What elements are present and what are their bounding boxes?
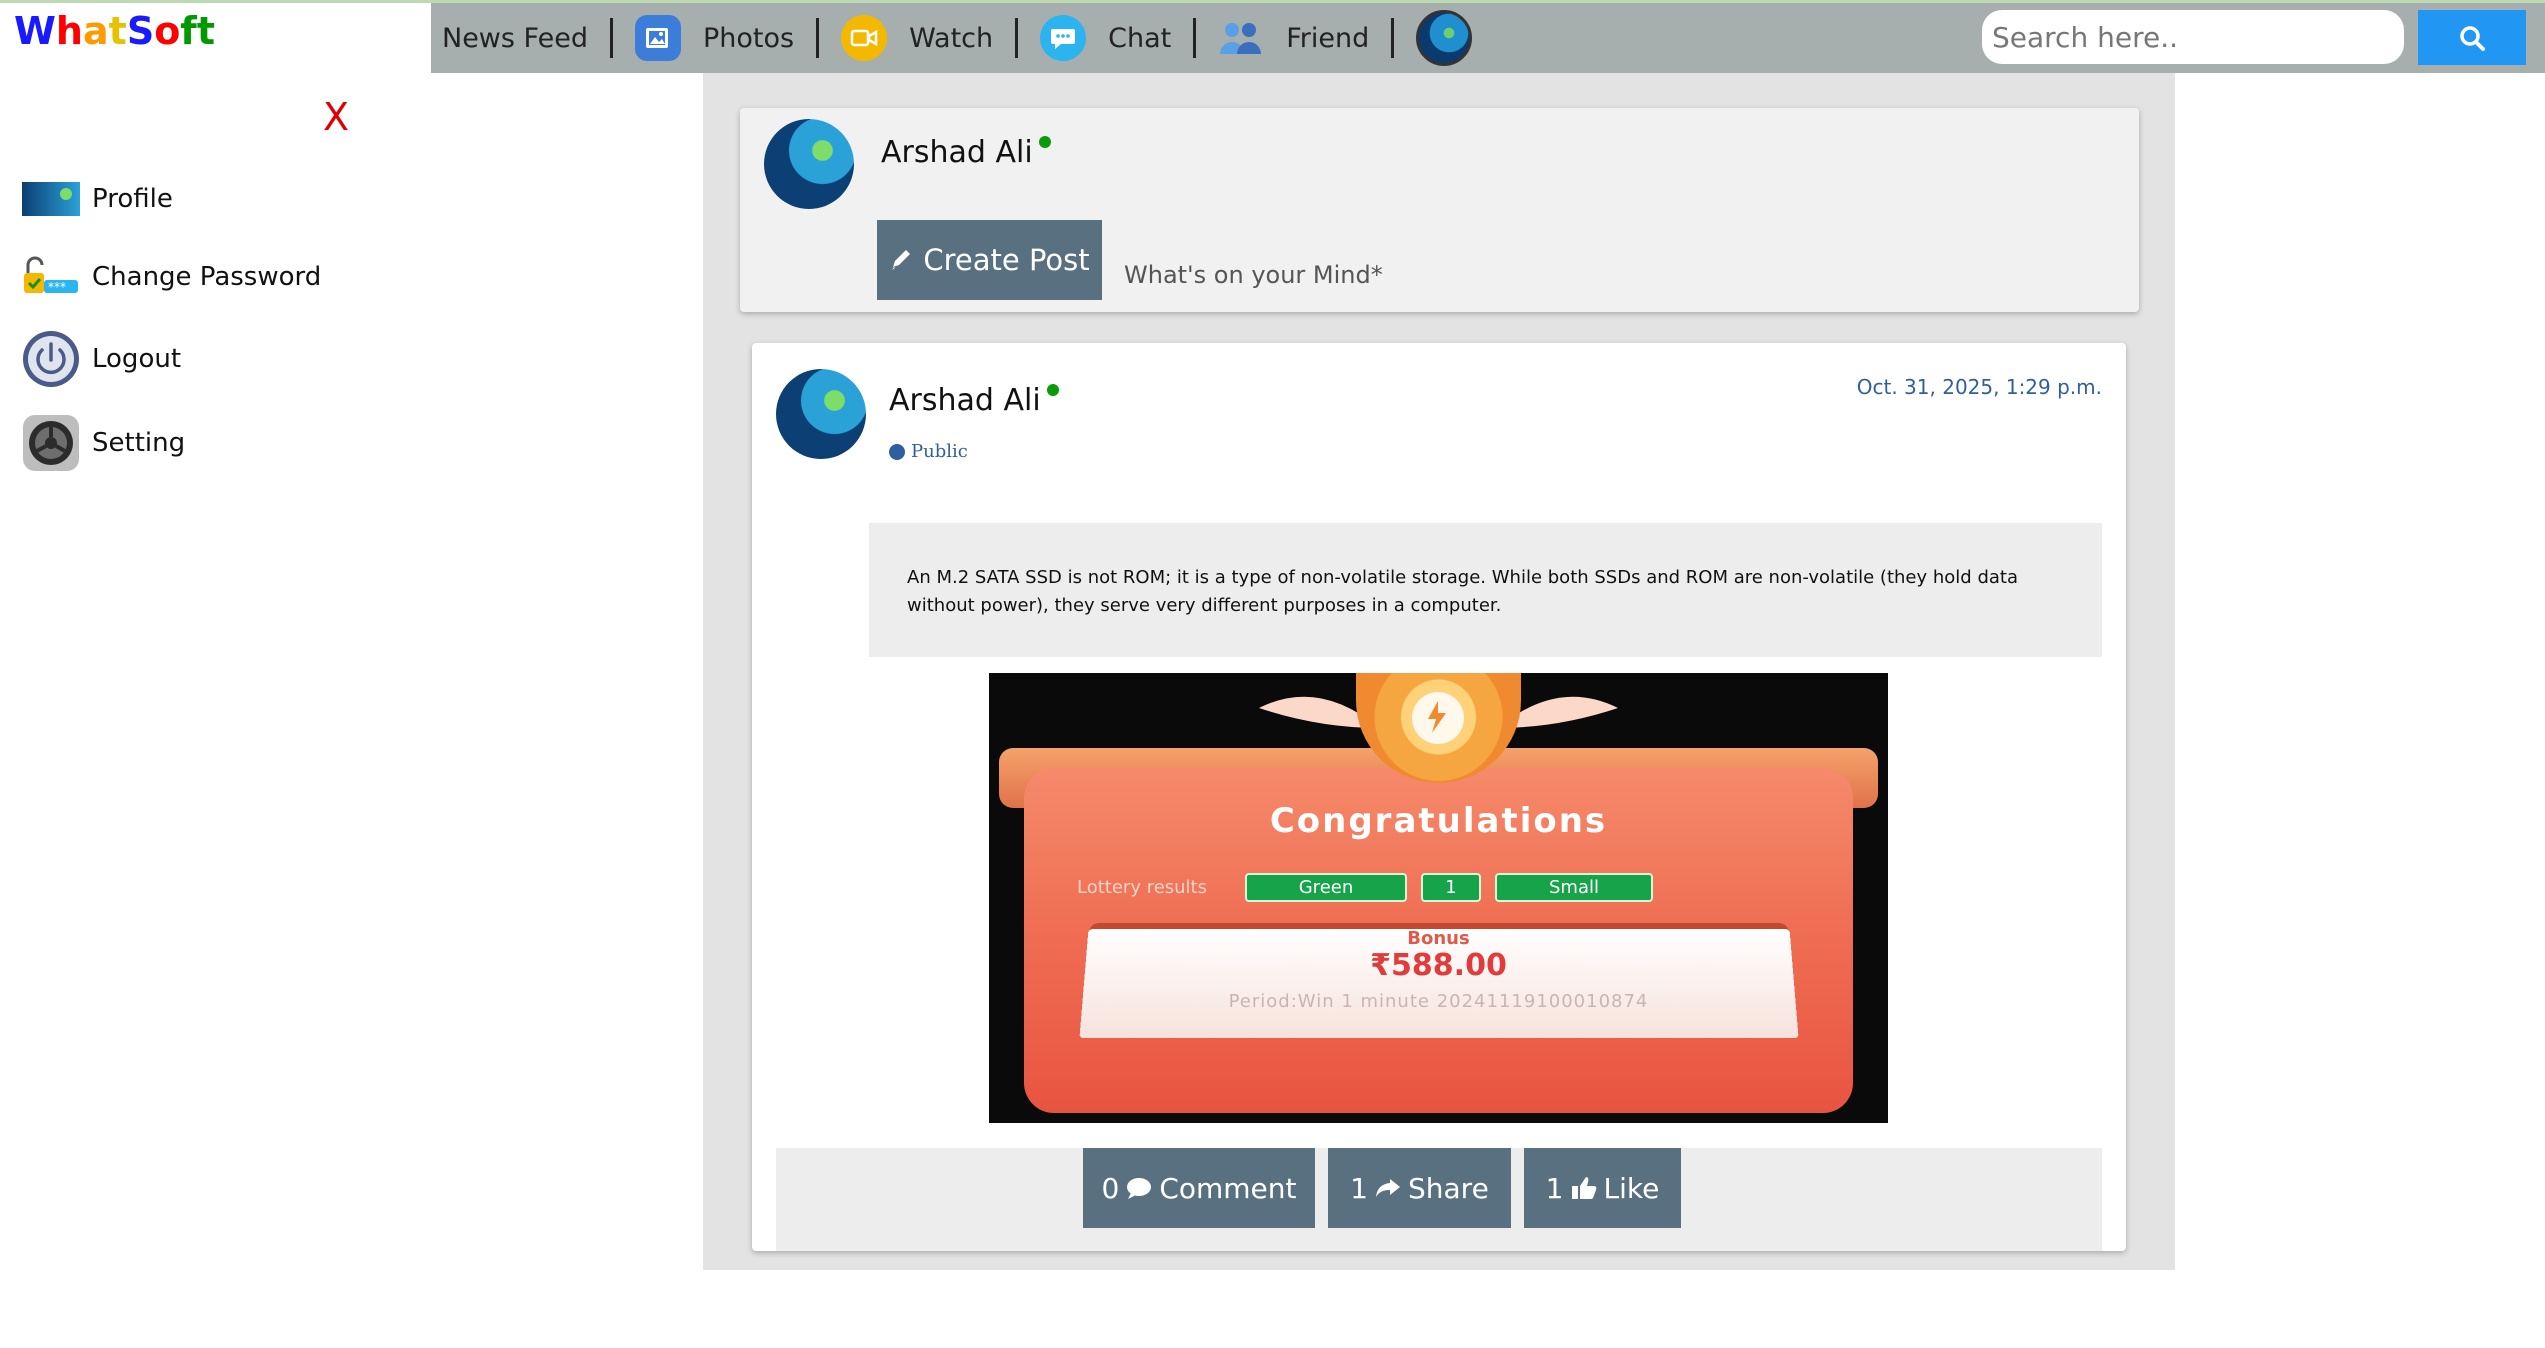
nav-divider [1015,18,1019,58]
user-name[interactable]: Arshad Ali [889,383,1041,418]
nav-news-feed-label: News Feed [442,22,588,54]
sidebar: X Profile *** Change Password Logout Set… [0,73,431,1348]
search-box [1982,10,2404,64]
nav-divider [1193,18,1197,58]
post-image[interactable]: Congratulations Lottery results Green 1 … [989,673,1888,1123]
nav-watch[interactable]: Watch [841,3,993,73]
bonus-amount: ₹588.00 [1370,948,1507,983]
news-feed: Arshad Ali Create Post What's on your Mi… [703,73,2175,1270]
svg-text:***: *** [48,280,66,294]
create-post-user: Arshad Ali [881,135,1051,170]
comment-count: 0 [1101,1171,1120,1205]
lock-icon: *** [22,248,80,306]
nav-watch-label: Watch [909,22,994,54]
nav-photos-label: Photos [702,22,795,54]
nav-divider [1391,18,1395,58]
brand-logo[interactable]: WhatSoft [14,9,215,53]
period-text: Period:Win 1 minute 20241119100010874 [1228,991,1649,1012]
post-timestamp: Oct. 31, 2025, 1:29 p.m. [1856,375,2102,399]
create-post-button[interactable]: Create Post [877,220,1102,300]
user-name[interactable]: Arshad Ali [881,135,1033,170]
result-pill: Small [1495,873,1653,902]
comment-button[interactable]: 0 Comment [1083,1148,1315,1228]
post-text: An M.2 SATA SSD is not ROM; it is a type… [869,523,2102,657]
nav-news-feed[interactable]: News Feed [442,3,588,73]
video-icon [841,15,888,61]
create-post-card: Arshad Ali Create Post What's on your Mi… [740,108,2139,312]
share-label: Share [1408,1171,1489,1205]
create-post-label: Create Post [923,243,1090,277]
avatar[interactable] [776,369,866,459]
gear-icon [22,414,80,472]
nav-divider [816,18,820,58]
lottery-results-row: Lottery results Green 1 Small [1077,873,1653,902]
chat-icon [1040,15,1087,61]
post-actions: 0 Comment 1 Share 1 Like [776,1148,2102,1251]
main-nav: News Feed Photos Watch Chat Friend [431,3,1473,73]
share-icon [1376,1179,1400,1197]
search-input[interactable] [1992,20,2404,54]
globe-icon [889,443,905,460]
pencil-icon [892,250,911,270]
like-label: Like [1603,1171,1660,1205]
online-status-dot [1046,384,1059,396]
like-count: 1 [1545,1171,1564,1205]
visibility-label: Public [911,441,968,462]
power-icon [22,330,80,388]
sidebar-item-logout[interactable]: Logout [22,330,181,388]
sidebar-close-button[interactable]: X [323,95,349,139]
search-button[interactable] [2418,10,2526,65]
friends-icon [1218,15,1264,61]
comment-icon [1127,1178,1152,1199]
result-pill: 1 [1421,873,1481,902]
like-button[interactable]: 1 Like [1524,1148,1681,1228]
sidebar-item-profile[interactable]: Profile [22,170,173,228]
nav-photos[interactable]: Photos [634,3,795,73]
sidebar-item-setting[interactable]: Setting [22,414,185,472]
sidebar-item-label: Profile [92,184,173,214]
post-card: Arshad Ali Public Oct. 31, 2025, 1:29 p.… [752,343,2126,1251]
avatar[interactable] [764,119,854,209]
image-title: Congratulations [1269,801,1608,841]
sidebar-item-label: Logout [92,344,182,374]
brand-area: WhatSoft [0,3,431,76]
user-avatar[interactable] [1416,10,1473,66]
profile-thumbnail-icon [22,170,80,228]
result-pill: Green [1245,873,1407,902]
share-button[interactable]: 1 Share [1328,1148,1511,1228]
top-navbar: WhatSoft News Feed Photos Watch Chat Fri… [0,0,2545,76]
sidebar-item-change-password[interactable]: *** Change Password [22,248,321,306]
online-status-dot [1038,136,1051,148]
post-author: Arshad Ali [889,383,1059,418]
medal-graphic [1356,673,1521,783]
comment-label: Comment [1159,1171,1297,1205]
visibility-badge: Public [889,441,968,462]
search-icon [2460,25,2485,51]
nav-chat[interactable]: Chat [1040,3,1171,73]
lottery-label: Lottery results [1077,877,1207,898]
nav-divider [609,18,613,58]
share-count: 1 [1350,1171,1368,1205]
nav-friend-label: Friend [1286,22,1370,54]
sidebar-item-label: Setting [92,428,186,458]
thumbs-up-icon [1571,1177,1596,1199]
bonus-label: Bonus [1407,928,1470,949]
post-prompt[interactable]: What's on your Mind* [1124,261,1383,289]
nav-chat-label: Chat [1108,22,1172,54]
nav-friend[interactable]: Friend [1218,3,1369,73]
photos-icon [634,15,681,61]
sidebar-item-label: Change Password [92,262,322,292]
